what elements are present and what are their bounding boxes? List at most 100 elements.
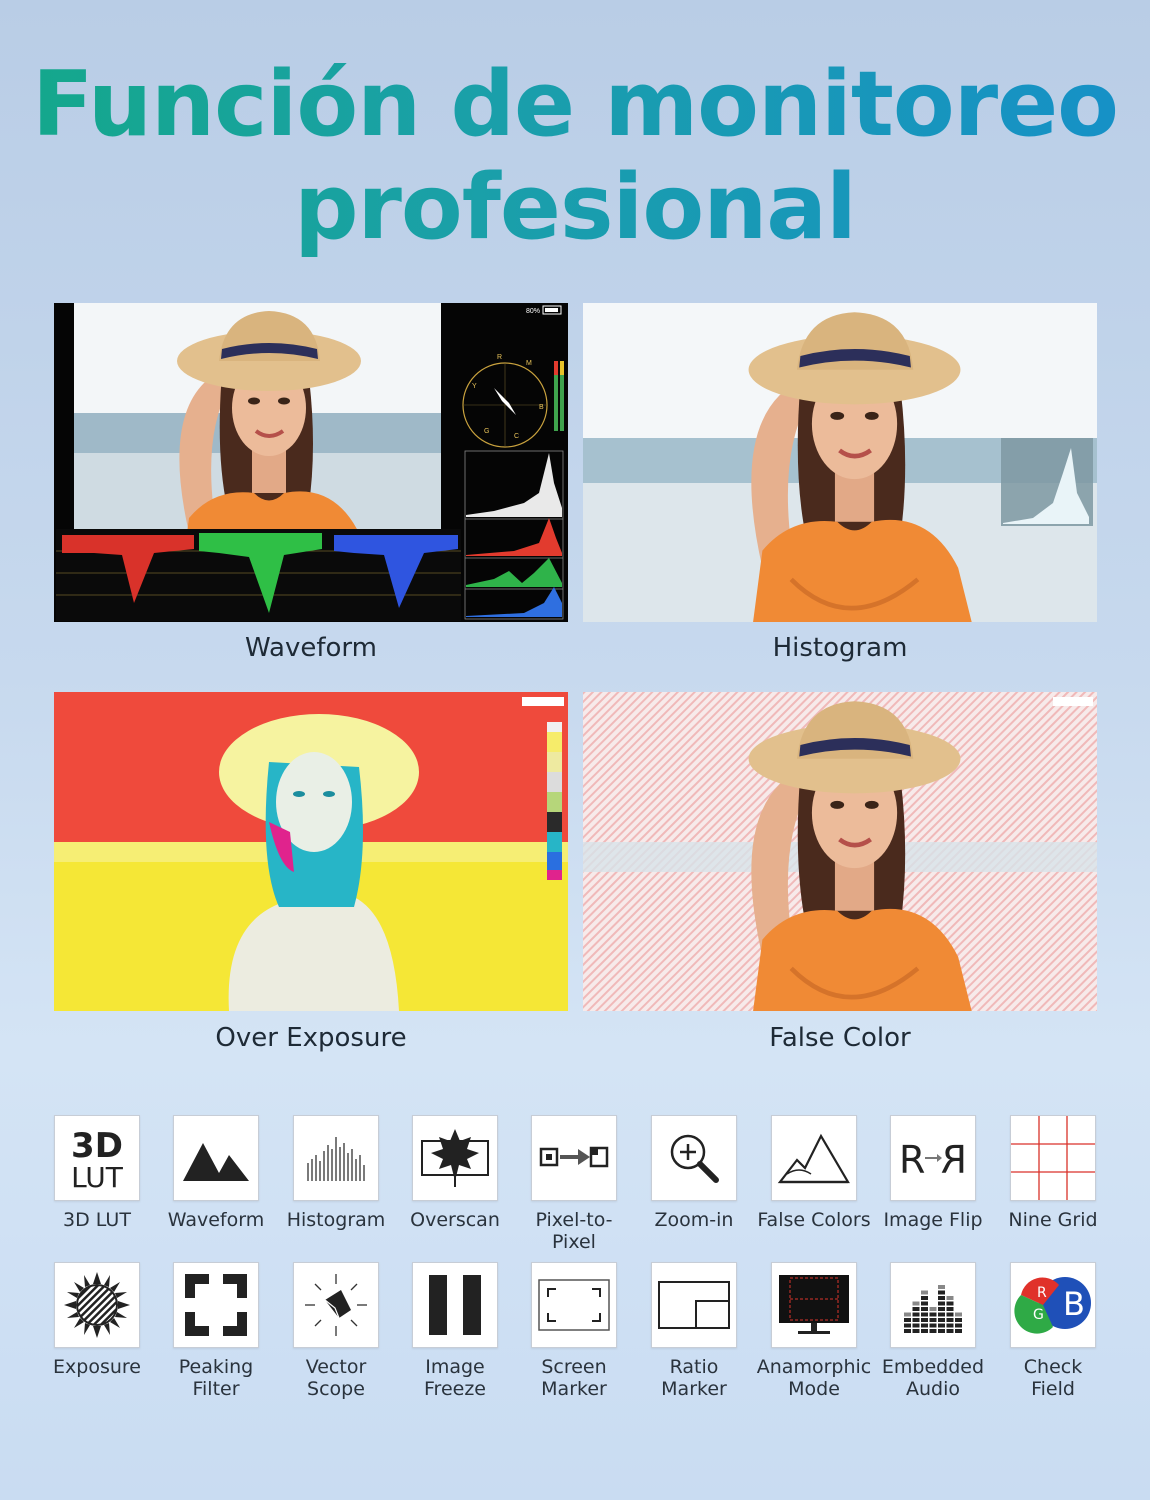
headline-line-1: Función de monitoreo	[0, 55, 1150, 155]
caption-waveform: Waveform	[245, 633, 377, 663]
nine-grid-icon	[1010, 1115, 1096, 1201]
svg-text:R: R	[497, 354, 502, 361]
histogram-overlay	[1001, 438, 1093, 526]
svg-text:Y: Y	[472, 383, 477, 390]
audio-meter-block	[921, 1301, 928, 1306]
audio-meter-block	[946, 1301, 954, 1306]
audio-meter-block	[921, 1307, 928, 1311]
feature-vector-scope: Vector Scope	[276, 1262, 396, 1400]
svg-text:G: G	[1033, 1307, 1044, 1323]
svg-text:3D: 3D	[71, 1126, 123, 1166]
audio-meter-block	[912, 1307, 920, 1311]
feature-label: Histogram	[286, 1209, 386, 1231]
audio-meter-icon	[890, 1262, 976, 1348]
svg-text:R: R	[899, 1138, 925, 1181]
feature-image-freeze: Image Freeze	[395, 1262, 515, 1400]
maple-leaf-icon	[412, 1115, 498, 1201]
audio-meter-block	[938, 1329, 945, 1333]
feature-image-flip: R R Image Flip	[873, 1115, 993, 1231]
histogram-bars-icon	[293, 1115, 379, 1201]
audio-meter-block	[904, 1329, 911, 1333]
audio-meter-block	[921, 1290, 928, 1295]
svg-text:R: R	[1037, 1285, 1047, 1301]
histogram-preview	[583, 303, 1097, 622]
feature-label: False Colors	[757, 1209, 871, 1231]
feature-peaking-filter: Peaking Filter	[156, 1262, 276, 1400]
feature-false-colors: False Colors	[754, 1115, 874, 1231]
audio-meter-block	[912, 1312, 920, 1317]
feature-label: Ratio Marker	[661, 1356, 727, 1400]
screen-marker-icon	[531, 1262, 617, 1348]
pixel-arrow-icon	[531, 1115, 617, 1201]
audio-meter-block	[955, 1329, 962, 1333]
audio-meter-block	[938, 1301, 945, 1306]
svg-text:G: G	[484, 428, 489, 435]
audio-meter-block	[904, 1323, 911, 1328]
feature-label: Anamorphic Mode	[756, 1356, 872, 1400]
feature-label: Vector Scope	[305, 1356, 367, 1400]
feature-check-field: R G B Check Field	[993, 1262, 1113, 1400]
audio-meter-block	[946, 1307, 954, 1311]
svg-text:R: R	[941, 1138, 967, 1181]
feature-label: Nine Grid	[1008, 1209, 1098, 1231]
feature-overscan: Overscan	[395, 1115, 515, 1231]
audio-meter-block	[938, 1285, 945, 1289]
waveform-preview: 80% R M Y B G C	[54, 303, 568, 622]
feature-label: Check Field	[1023, 1356, 1083, 1400]
audio-meter-block	[929, 1307, 937, 1311]
audio-meter-block	[929, 1323, 937, 1328]
audio-meter-block	[938, 1312, 945, 1317]
audio-meter-block	[955, 1323, 962, 1328]
audio-meter-block	[921, 1312, 928, 1317]
feature-embedded-audio: Embedded Audio	[873, 1262, 993, 1400]
mountain-waveform-icon	[173, 1115, 259, 1201]
over-exposure-preview	[54, 692, 568, 1011]
caption-histogram: Histogram	[772, 633, 908, 663]
audio-meter-block	[938, 1307, 945, 1311]
audio-meter-block	[946, 1318, 954, 1322]
feature-waveform: Waveform	[156, 1115, 276, 1231]
ratio-marker-icon	[651, 1262, 737, 1348]
feature-label: Waveform	[167, 1209, 265, 1231]
headline-line-2: profesional	[0, 158, 1150, 258]
battery-level: 80%	[526, 308, 540, 315]
audio-meter-block	[946, 1323, 954, 1328]
feature-label: 3D LUT	[63, 1209, 131, 1231]
svg-text:LUT: LUT	[71, 1161, 124, 1193]
audio-meter-block	[912, 1318, 920, 1322]
audio-meter-block	[938, 1318, 945, 1322]
svg-text:B: B	[539, 404, 544, 411]
audio-meter-block	[904, 1312, 911, 1317]
caption-false-color: False Color	[769, 1023, 911, 1053]
feature-label: Image Freeze	[424, 1356, 486, 1400]
rgb-circles-icon: R G B	[1010, 1262, 1096, 1348]
3d-lut-icon: 3D LUT	[54, 1115, 140, 1201]
pause-bars-icon	[412, 1262, 498, 1348]
feature-label: Screen Marker	[541, 1356, 607, 1400]
feature-histogram: Histogram	[276, 1115, 396, 1231]
mountain-outline-icon	[771, 1115, 857, 1201]
audio-meter-block	[946, 1312, 954, 1317]
audio-meter-block	[955, 1318, 962, 1322]
feature-anamorphic-mode: Anamorphic Mode	[754, 1262, 874, 1400]
audio-meter-block	[946, 1329, 954, 1333]
audio-meter-block	[912, 1323, 920, 1328]
caption-over-exposure: Over Exposure	[215, 1023, 407, 1053]
flip-r-icon: R R	[890, 1115, 976, 1201]
audio-meter-block	[929, 1312, 937, 1317]
audio-meter-block	[938, 1323, 945, 1328]
audio-meter-block	[912, 1329, 920, 1333]
audio-meter-block	[929, 1329, 937, 1333]
feature-nine-grid: Nine Grid	[993, 1115, 1113, 1231]
focus-brackets-icon	[173, 1262, 259, 1348]
feature-ratio-marker: Ratio Marker	[634, 1262, 754, 1400]
audio-meter-block	[938, 1290, 945, 1295]
audio-meter-block	[921, 1323, 928, 1328]
magnifier-plus-icon	[651, 1115, 737, 1201]
audio-meter-block	[938, 1296, 945, 1300]
audio-meter-block	[921, 1329, 928, 1333]
feature-label: Image Flip	[883, 1209, 983, 1231]
audio-meter-block	[955, 1312, 962, 1317]
feature-pixel-to-pixel: Pixel-to-Pixel	[514, 1115, 634, 1253]
feature-label: Overscan	[410, 1209, 500, 1231]
